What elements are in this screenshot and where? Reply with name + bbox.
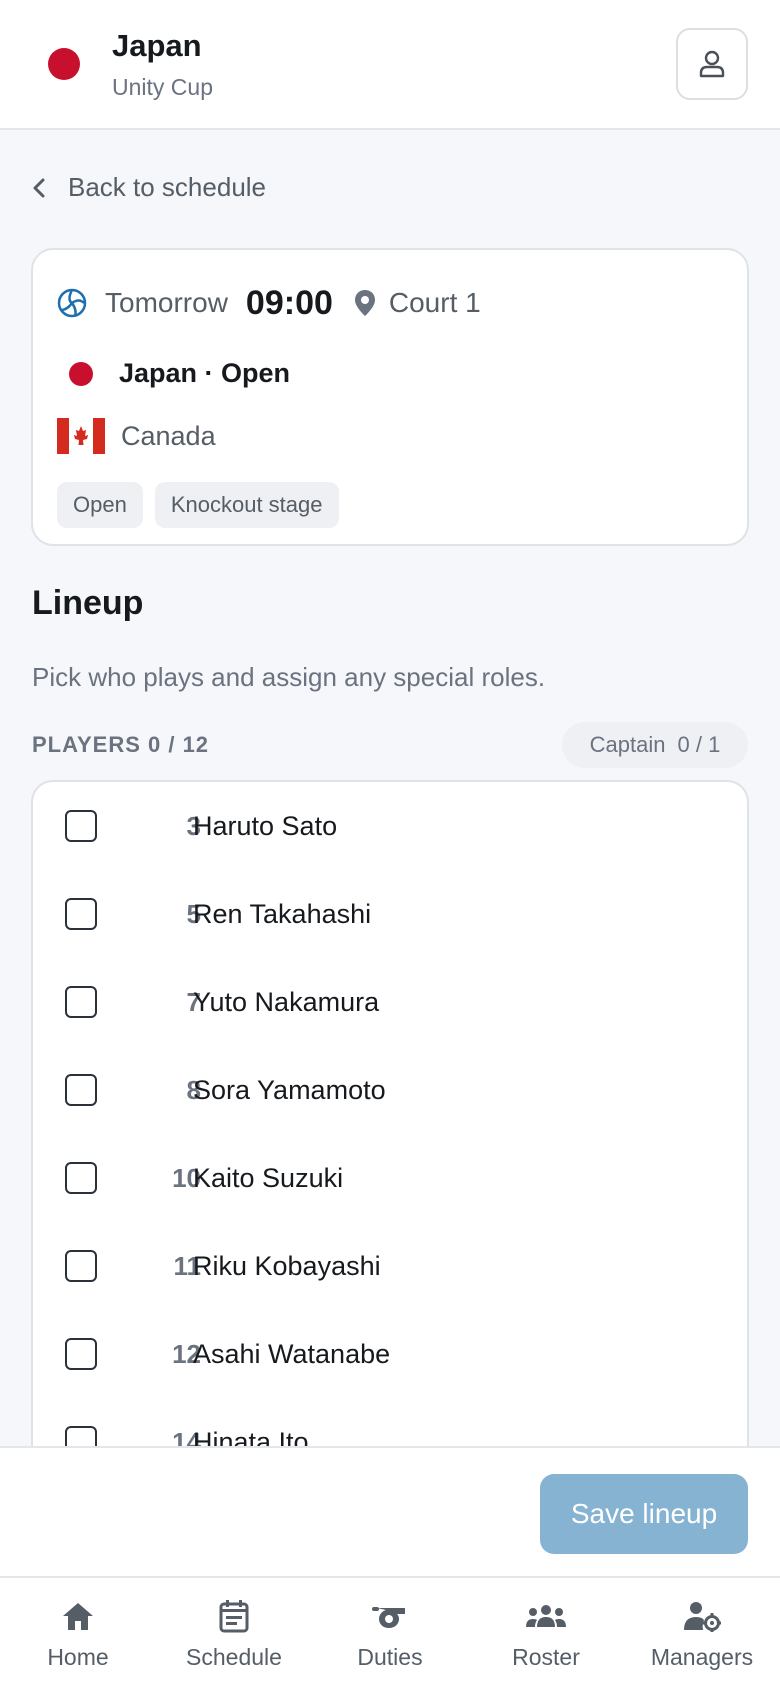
nav-item-managers[interactable]: Managers [624,1578,780,1688]
captain-label: Captain [589,732,666,757]
player-checkbox[interactable] [65,898,97,930]
player-number: 11 [173,1250,202,1281]
nav-item-roster[interactable]: Roster [468,1578,624,1688]
nav-label: Roster [512,1644,580,1670]
tournament-name: Unity Cup [112,74,213,100]
player-name: Yuto Nakamura [193,986,380,1017]
player-number: 7 [186,986,201,1017]
player-number: 5 [186,898,201,929]
player-row[interactable]: 11 Riku Kobayashi [33,1222,747,1310]
player-checkbox[interactable] [65,1074,97,1106]
player-name: Ren Takahashi [193,898,372,929]
save-bar: Save lineup [0,1446,780,1576]
whistle-icon [372,1607,405,1628]
player-name: Haruto Sato [193,810,338,841]
player-name: Kaito Suzuki [193,1162,344,1193]
away-team-label: Canada [121,420,216,451]
player-name: Riku Kobayashi [193,1250,381,1281]
player-name: Sora Yamamoto [193,1074,386,1105]
tag-stage: Knockout stage [154,482,339,528]
user-icon [699,50,725,78]
tag-division: Open [57,482,143,528]
match-day: Tomorrow [105,287,228,318]
home-icon [63,1603,93,1630]
match-court: Court 1 [388,287,481,318]
bottom-nav: Home Schedule Duties Roster Managers [0,1576,780,1688]
captain-count: 0 / 1 [677,732,721,757]
match-card: Tomorrow 09:00 Court 1 Japan · Open Cana… [31,248,749,546]
player-checkbox[interactable] [65,1250,97,1282]
player-number: 12 [172,1338,201,1369]
player-checkbox[interactable] [65,810,97,842]
team-name: Japan [112,28,202,63]
captain-role-pill[interactable]: Captain 0 / 1 [562,722,748,768]
japan-flag-icon [69,361,93,386]
nav-item-duties[interactable]: Duties [312,1578,468,1688]
player-row[interactable]: 12 Asahi Watanabe [33,1310,747,1398]
group-icon [526,1605,566,1627]
back-to-schedule-link[interactable]: Back to schedule [32,172,266,203]
match-tags: Open Knockout stage [57,482,339,528]
lineup-title: Lineup [32,584,144,622]
nav-label: Duties [357,1644,423,1670]
save-lineup-button[interactable]: Save lineup [540,1474,748,1554]
calendar-icon [219,1600,249,1633]
home-team-label: Japan · Open [119,358,291,388]
lineup-subtitle: Pick who plays and assign any special ro… [32,662,546,692]
chevron-left-icon [33,178,45,197]
match-time: 09:00 [245,283,333,322]
player-list: 3 Haruto Sato 5 Ren Takahashi 7 Yuto Nak… [31,780,749,1500]
nav-label: Schedule [186,1644,282,1670]
player-checkbox[interactable] [65,1162,97,1194]
nav-label: Managers [650,1644,754,1670]
back-link-label: Back to schedule [68,172,267,202]
player-row[interactable]: 5 Ren Takahashi [33,870,747,958]
player-row[interactable]: 3 Haruto Sato [33,782,747,870]
player-name: Asahi Watanabe [193,1338,391,1369]
volleyball-icon [57,288,87,318]
player-checkbox[interactable] [65,986,97,1018]
player-row[interactable]: 10 Kaito Suzuki [33,1134,747,1222]
app-header: Japan Unity Cup [0,0,780,130]
nav-label: Home [47,1644,109,1670]
player-number: 8 [186,1074,201,1105]
canada-flag-icon [57,418,105,454]
players-count: PLAYERS 0 / 12 [32,732,210,757]
player-number: 10 [172,1162,201,1193]
nav-item-schedule[interactable]: Schedule [156,1578,312,1688]
player-checkbox[interactable] [65,1338,97,1370]
team-flag-dot [48,48,80,80]
location-pin-icon [354,290,375,316]
player-number: 3 [186,810,201,841]
away-team-row: Canada [57,418,216,454]
player-row[interactable]: 8 Sora Yamamoto [33,1046,747,1134]
profile-button[interactable] [676,28,748,100]
player-row[interactable]: 7 Yuto Nakamura [33,958,747,1046]
home-team-row: Japan · Open [57,358,290,389]
manager-settings-icon [684,1602,721,1632]
nav-item-home[interactable]: Home [0,1578,156,1688]
